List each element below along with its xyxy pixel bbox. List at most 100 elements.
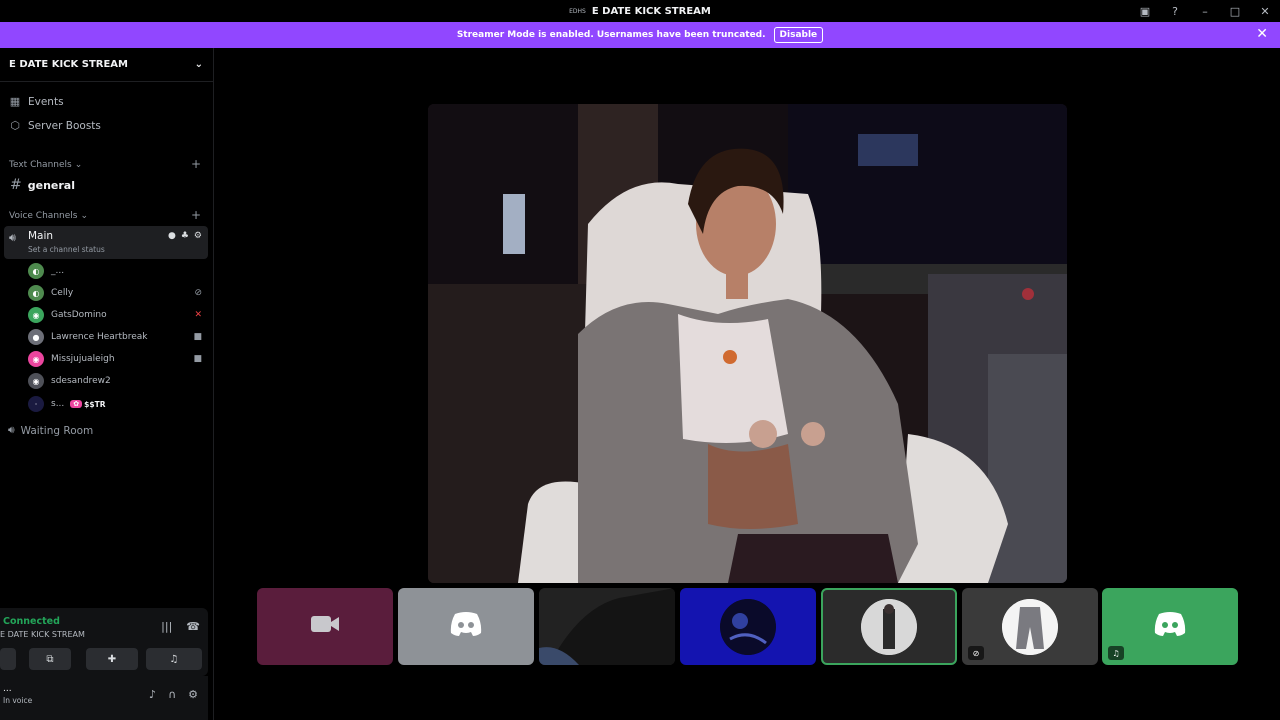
window-title: EDHS E DATE KICK STREAM	[569, 6, 711, 17]
member-name: Lawrence Heartbreak	[51, 332, 148, 342]
camera-icon: ■	[193, 354, 202, 364]
window-titlebar: EDHS E DATE KICK STREAM ▣ ? – □ ✕	[0, 0, 1280, 22]
add-text-channel-icon[interactable]: +	[191, 157, 201, 171]
user-name[interactable]: ...	[3, 684, 12, 694]
participant-tile[interactable]: ⊘	[962, 588, 1098, 665]
speaker-icon: 🔊︎	[9, 231, 16, 244]
channel-general[interactable]: # general	[10, 177, 75, 193]
server-tag: $$TR	[84, 399, 106, 409]
voice-channels-label: Voice Channels	[9, 211, 78, 221]
server-header[interactable]: E DATE KICK STREAM ⌄	[0, 48, 213, 82]
banner-text: Streamer Mode is enabled. Usernames have…	[456, 30, 766, 40]
discord-logo-icon	[1153, 611, 1187, 643]
disable-streamer-mode-button[interactable]: Disable	[773, 27, 824, 43]
participant-tile[interactable]	[539, 588, 675, 665]
channel-status[interactable]: Set a channel status	[28, 245, 105, 254]
activities-button[interactable]: ✚	[86, 648, 138, 670]
events-label: Events	[28, 95, 64, 108]
discord-logo-icon	[449, 611, 483, 643]
avatar: ●	[28, 329, 44, 345]
participant-tile[interactable]	[680, 588, 816, 665]
avatar: ◉	[28, 373, 44, 389]
voice-member[interactable]: · s... ✿ $$TR	[28, 395, 206, 413]
participant-tile-speaking[interactable]	[821, 588, 957, 665]
minimize-icon[interactable]: –	[1190, 0, 1220, 22]
deafen-icon: ⊘	[194, 288, 202, 298]
voice-channel-waiting-room[interactable]: 🔊︎ Waiting Room	[8, 424, 93, 437]
gear-icon[interactable]: ⚙	[194, 231, 202, 241]
avatar: ◉	[28, 307, 44, 323]
voice-member[interactable]: ◉ Missjujualeigh ■	[28, 350, 206, 368]
voice-member[interactable]: ◐ _...	[28, 262, 206, 280]
soundboard-icon: ♫	[1108, 646, 1124, 660]
chevron-down-icon: ⌄	[80, 211, 88, 221]
voice-member[interactable]: ◉ sdesandrew2	[28, 372, 206, 390]
chevron-down-icon: ⌄	[74, 160, 83, 170]
member-name: s...	[51, 399, 65, 409]
microphone-icon[interactable]: ♪	[149, 688, 156, 701]
user-panel: ... In voice ♪ ∩ ⚙	[0, 676, 208, 720]
participant-tile[interactable]	[398, 588, 534, 665]
screen-share-button[interactable]: ⧉	[29, 648, 71, 670]
voice-connection-panel: Connected E DATE KICK STREAM ||| ☎ ⧉ ✚ ♫	[0, 608, 208, 676]
soundboard-button[interactable]: ♫	[146, 648, 202, 670]
events-item[interactable]: ▦ Events	[8, 95, 64, 108]
voice-connected-status[interactable]: Connected	[3, 616, 60, 627]
participant-tile[interactable]	[257, 588, 393, 665]
maximize-icon[interactable]: □	[1220, 0, 1250, 22]
channel-sidebar: E DATE KICK STREAM ⌄ ▦ Events ⬡ Server B…	[0, 48, 214, 720]
voice-member[interactable]: ◉ GatsDomino ✕	[28, 306, 206, 324]
voice-channels-category[interactable]: Voice Channels ⌄	[9, 211, 88, 221]
close-banner-icon[interactable]: ✕	[1256, 26, 1268, 42]
screen-share-icon[interactable]: ▣	[1130, 0, 1160, 22]
gamepad-icon: ✚	[107, 653, 117, 665]
help-icon[interactable]: ?	[1160, 0, 1190, 22]
speaker-icon: 🔊︎	[8, 424, 15, 436]
voice-member[interactable]: ● Lawrence Heartbreak ■	[28, 328, 206, 346]
waiting-room-label: Waiting Room	[20, 424, 94, 437]
muted-icon: ✕	[194, 310, 202, 320]
avatar: ◐	[28, 263, 44, 279]
boost-icon: ⬡	[10, 119, 20, 132]
headphones-icon[interactable]: ∩	[168, 688, 176, 701]
channel-general-label: general	[27, 178, 75, 192]
participant-tile[interactable]: ♫	[1102, 588, 1238, 665]
chevron-down-icon: ⌄	[194, 59, 203, 70]
avatar	[1002, 598, 1058, 655]
camera-toggle-button[interactable]	[0, 648, 16, 670]
member-name: Celly	[51, 288, 74, 298]
member-name: sdesandrew2	[51, 376, 111, 386]
video-thumbnail	[539, 588, 675, 665]
camera-icon	[309, 612, 341, 642]
add-voice-channel-icon[interactable]: +	[191, 208, 201, 222]
noise-suppression-icon[interactable]: |||	[161, 620, 172, 633]
screen-share-icon: ⧉	[46, 653, 54, 665]
voice-member[interactable]: ◐ Celly ⊘	[28, 284, 206, 302]
main-video-feed[interactable]	[428, 104, 1067, 583]
disconnect-icon[interactable]: ☎	[186, 620, 200, 633]
video-stage: ⊘ ♫	[215, 48, 1280, 720]
boosts-label: Server Boosts	[28, 119, 101, 132]
voice-connected-channel[interactable]: E DATE KICK STREAM	[0, 630, 85, 639]
avatar: ◐	[28, 285, 44, 301]
window-title-tag: EDHS	[569, 7, 586, 15]
avatar	[861, 598, 917, 655]
deafen-icon: ⊘	[968, 646, 984, 660]
camera-icon: ■	[193, 332, 202, 342]
user-status: In voice	[3, 696, 33, 705]
avatar: ◉	[28, 351, 44, 367]
text-channels-category[interactable]: Text Channels ⌄	[9, 160, 82, 170]
member-name: Missjujualeigh	[51, 354, 115, 364]
hash-icon: #	[10, 177, 22, 193]
member-name: _...	[51, 266, 65, 276]
chat-icon[interactable]: ●	[168, 231, 176, 241]
voice-channel-main[interactable]: 🔊︎ Main Set a channel status ● ♣ ⚙	[4, 226, 208, 259]
video-frame-image	[428, 104, 1067, 583]
voice-channel-main-label: Main	[28, 230, 54, 242]
server-boosts-item[interactable]: ⬡ Server Boosts	[8, 119, 101, 132]
avatar	[720, 598, 776, 655]
invite-icon[interactable]: ♣	[181, 231, 189, 241]
close-window-icon[interactable]: ✕	[1250, 0, 1280, 22]
soundboard-icon: ♫	[169, 653, 179, 665]
gear-icon[interactable]: ⚙	[188, 688, 198, 701]
